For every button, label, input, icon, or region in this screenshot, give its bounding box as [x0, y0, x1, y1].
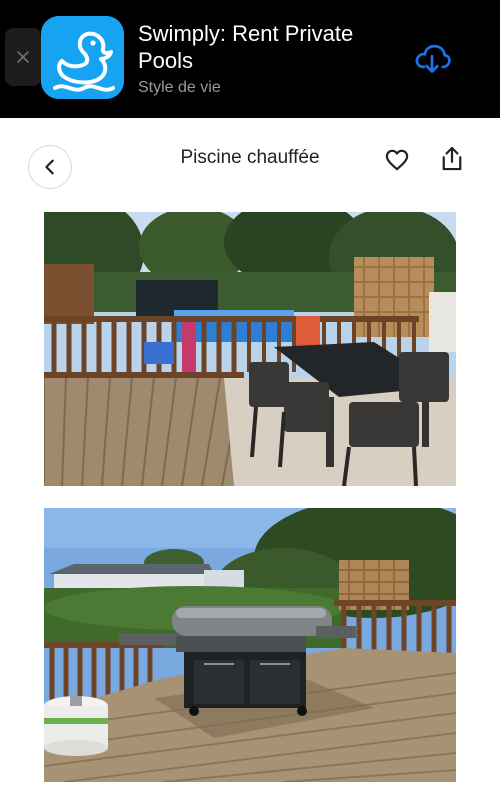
chevron-left-icon: [45, 159, 54, 175]
heart-icon: [385, 149, 409, 171]
back-button[interactable]: [28, 145, 72, 189]
bbq-deck-photo: [44, 508, 456, 782]
app-install-banner: Swimply: Rent Private Pools Style de vie: [0, 0, 500, 118]
close-icon: [17, 51, 29, 63]
listing-header: Piscine chauffée: [0, 118, 500, 198]
page-title: Piscine chauffée: [180, 147, 320, 168]
download-button[interactable]: [410, 38, 454, 78]
listing-photo-bbq-deck[interactable]: [44, 508, 456, 782]
cloud-download-icon: [415, 44, 451, 73]
app-category: Style de vie: [138, 79, 221, 96]
share-button[interactable]: [438, 144, 466, 174]
favorite-button[interactable]: [383, 146, 411, 174]
app-icon[interactable]: [41, 16, 124, 99]
listing-photo-pool-deck[interactable]: [44, 212, 456, 486]
duck-logo-icon: [41, 16, 124, 99]
banner-close-button[interactable]: [5, 28, 41, 86]
app-name[interactable]: Swimply: Rent Private Pools: [138, 20, 388, 74]
pool-deck-photo: [44, 212, 456, 486]
share-icon: [442, 146, 462, 171]
